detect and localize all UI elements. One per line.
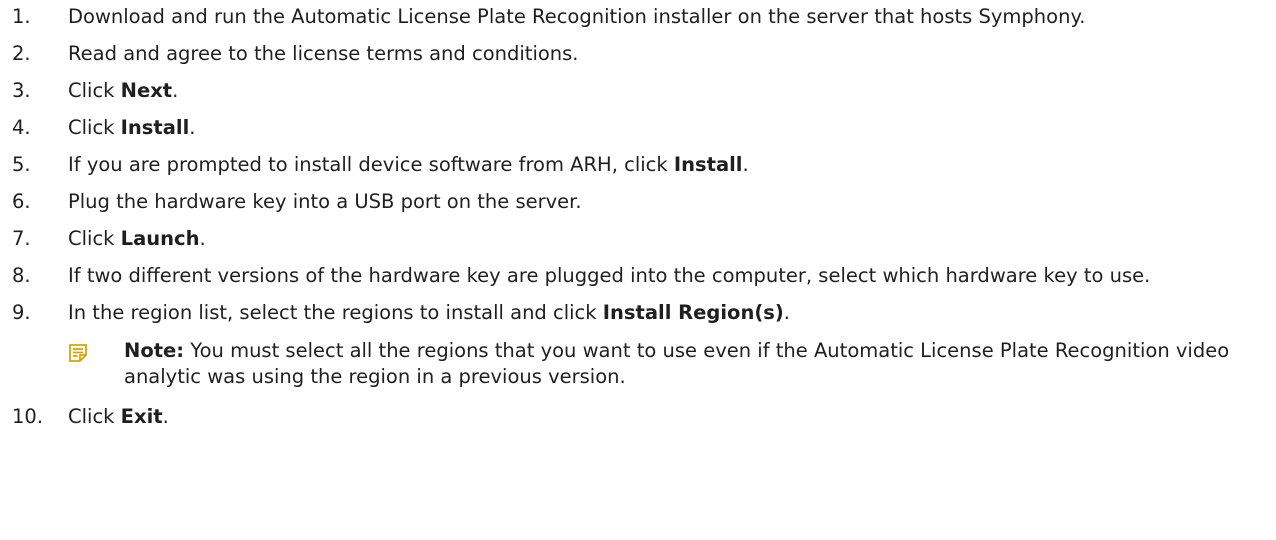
ui-term-exit: Exit — [120, 405, 163, 428]
step-text-prefix: In the region list, select the regions t… — [68, 301, 603, 324]
step-number: 3. — [12, 79, 31, 102]
step-text-content: If two different versions of the hardwar… — [68, 264, 1151, 287]
step-text-suffix: . — [742, 153, 749, 176]
note-text: Note: You must select all the regions th… — [124, 338, 1256, 390]
step-main-text: In the region list, select the regions t… — [68, 300, 1256, 326]
step-text-prefix: Click — [68, 79, 121, 102]
step-number: 4. — [12, 116, 31, 139]
step-item: 8. If two different versions of the hard… — [0, 263, 1276, 289]
step-item: 4. Click Install. — [0, 115, 1276, 141]
step-text-suffix: . — [199, 227, 206, 250]
step-text-suffix: . — [162, 405, 169, 428]
step-text: Click Exit. — [68, 404, 1276, 430]
step-text-content: Plug the hardware key into a USB port on… — [68, 190, 582, 213]
step-item: 1. Download and run the Automatic Licens… — [0, 4, 1276, 30]
step-text-suffix: . — [783, 301, 790, 324]
step-number: 7. — [12, 227, 31, 250]
step-text: If you are prompted to install device so… — [68, 152, 1276, 178]
step-item: 3. Click Next. — [0, 78, 1276, 104]
ui-term-launch: Launch — [120, 227, 200, 250]
step-number: 2. — [12, 42, 31, 65]
note-body: You must select all the regions that you… — [124, 339, 1230, 388]
step-item: 10. Click Exit. — [0, 404, 1276, 430]
ui-term-next: Next — [120, 79, 173, 102]
step-item: 9. In the region list, select the region… — [0, 300, 1276, 393]
ui-term-install: Install — [120, 116, 190, 139]
step-item: 2. Read and agree to the license terms a… — [0, 41, 1276, 67]
ui-term-install-regions: Install Region(s) — [602, 301, 784, 324]
step-number: 6. — [12, 190, 31, 213]
step-text-suffix: . — [189, 116, 196, 139]
step-number: 10. — [12, 405, 44, 428]
step-text-prefix: Click — [68, 116, 121, 139]
procedure-document: 1. Download and run the Automatic Licens… — [0, 0, 1276, 540]
step-text: In the region list, select the regions t… — [68, 300, 1276, 393]
step-text-prefix: Click — [68, 405, 121, 428]
step-text-content: Read and agree to the license terms and … — [68, 42, 579, 65]
step-number: 5. — [12, 153, 31, 176]
step-list: 1. Download and run the Automatic Licens… — [0, 0, 1276, 430]
note-callout: Note: You must select all the regions th… — [68, 338, 1256, 390]
step-text: Plug the hardware key into a USB port on… — [68, 189, 1276, 215]
step-item: 7. Click Launch. — [0, 226, 1276, 252]
note-icon — [68, 338, 124, 363]
step-number: 9. — [12, 301, 31, 324]
step-number: 8. — [12, 264, 31, 287]
step-text-suffix: . — [172, 79, 179, 102]
step-text: If two different versions of the hardwar… — [68, 263, 1276, 289]
step-item: 6. Plug the hardware key into a USB port… — [0, 189, 1276, 215]
step-text: Click Next. — [68, 78, 1276, 104]
step-text-content: Download and run the Automatic License P… — [68, 5, 1086, 28]
step-item: 5. If you are prompted to install device… — [0, 152, 1276, 178]
step-text: Click Launch. — [68, 226, 1276, 252]
step-text: Download and run the Automatic License P… — [68, 4, 1276, 30]
step-number: 1. — [12, 5, 31, 28]
note-label: Note: — [124, 339, 185, 362]
step-text-prefix: Click — [68, 227, 121, 250]
step-text: Click Install. — [68, 115, 1276, 141]
step-text-prefix: If you are prompted to install device so… — [68, 153, 674, 176]
step-text: Read and agree to the license terms and … — [68, 41, 1276, 67]
ui-term-install: Install — [673, 153, 743, 176]
